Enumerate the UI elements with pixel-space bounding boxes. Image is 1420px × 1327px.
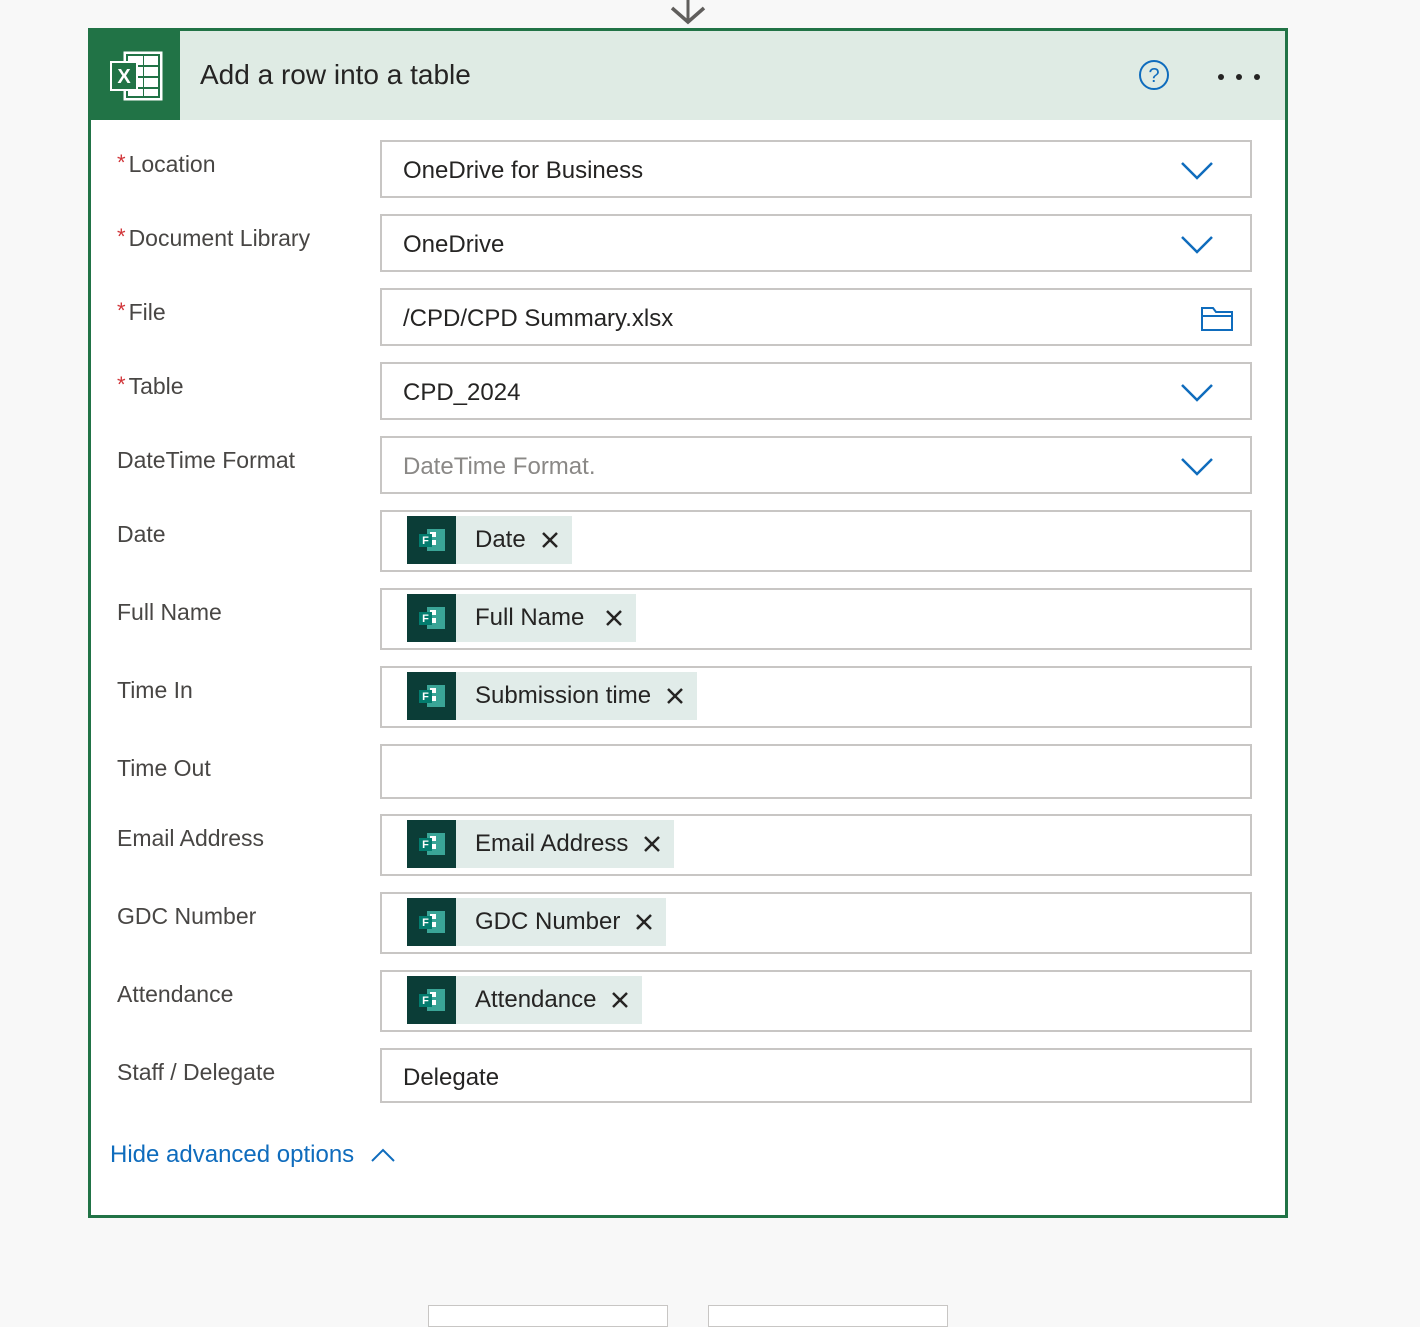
gdc-number-field[interactable]: F GDC Number (380, 892, 1252, 954)
datetime-format-placeholder: DateTime Format. (403, 453, 596, 480)
date-token-label: Date (475, 526, 526, 553)
svg-text:?: ? (1148, 65, 1159, 87)
close-icon[interactable] (540, 530, 560, 550)
chevron-down-icon[interactable] (1180, 160, 1214, 182)
next-step-placeholder-left[interactable] (428, 1305, 668, 1327)
datetime-format-label: DateTime Format (117, 447, 296, 473)
document-library-value: OneDrive (403, 231, 505, 258)
microsoft-forms-icon: F (407, 976, 456, 1024)
location-label: * Location (117, 150, 216, 177)
staff-delegate-value: Delegate (403, 1064, 500, 1091)
date-token[interactable]: F Date (407, 516, 572, 564)
gdc-number-token-label: GDC Number (475, 908, 621, 935)
date-label: Date (117, 521, 166, 547)
required-marker: * (117, 298, 126, 323)
email-address-field[interactable]: F Email Address (380, 814, 1252, 876)
email-address-token-label: Email Address (475, 830, 629, 857)
hide-advanced-options-label: Hide advanced options (110, 1141, 355, 1168)
svg-text:F: F (422, 691, 429, 703)
datetime-format-dropdown[interactable]: DateTime Format. (380, 436, 1252, 494)
location-value: OneDrive for Business (403, 157, 644, 184)
microsoft-forms-icon: F (407, 820, 456, 868)
time-out-label: Time Out (117, 755, 211, 781)
excel-icon: X (91, 31, 180, 120)
svg-text:F: F (422, 613, 429, 625)
location-dropdown[interactable]: OneDrive for Business (380, 140, 1252, 198)
flow-connector-arrow-icon (670, 0, 706, 25)
full-name-token[interactable]: F Full Name (407, 594, 637, 642)
microsoft-forms-icon: F (407, 516, 456, 564)
file-label: * File (117, 298, 166, 325)
full-name-token-label: Full Name (475, 604, 585, 631)
attendance-token[interactable]: F Attendance (407, 976, 643, 1024)
document-library-dropdown[interactable]: OneDrive (380, 214, 1252, 272)
document-library-label: * Document Library (117, 224, 311, 251)
close-icon[interactable] (604, 608, 624, 628)
chevron-down-icon[interactable] (1180, 234, 1214, 256)
card-header[interactable]: X Add a row into a table ? (91, 31, 1285, 120)
email-address-token[interactable]: F Email Address (407, 820, 675, 868)
staff-delegate-input[interactable]: Delegate (380, 1048, 1252, 1103)
attendance-token-label: Attendance (475, 986, 597, 1013)
date-field[interactable]: F Date (380, 510, 1252, 572)
gdc-number-label: GDC Number (117, 903, 257, 929)
full-name-field[interactable]: F Full Name (380, 588, 1252, 650)
table-label: * Table (117, 372, 184, 399)
microsoft-forms-icon: F (407, 898, 456, 946)
time-in-label: Time In (117, 677, 193, 703)
time-in-field[interactable]: F Submission time (380, 666, 1252, 728)
table-value: CPD_2024 (403, 379, 521, 406)
file-picker-field[interactable]: /CPD/CPD Summary.xlsx (380, 288, 1252, 346)
chevron-down-icon[interactable] (1180, 382, 1214, 404)
add-row-action-card: X Add a row into a table ? * Location One… (88, 28, 1288, 1218)
svg-text:X: X (117, 66, 131, 88)
table-dropdown[interactable]: CPD_2024 (380, 362, 1252, 420)
file-value: /CPD/CPD Summary.xlsx (403, 305, 674, 332)
microsoft-forms-icon: F (407, 672, 456, 720)
svg-text:F: F (422, 917, 429, 929)
svg-text:F: F (422, 535, 429, 547)
more-options-icon[interactable] (1217, 71, 1261, 83)
close-icon[interactable] (634, 912, 654, 932)
help-icon[interactable]: ? (1138, 59, 1170, 91)
folder-icon[interactable] (1200, 304, 1234, 332)
close-icon[interactable] (610, 990, 630, 1010)
email-address-label: Email Address (117, 825, 265, 851)
close-icon[interactable] (642, 834, 662, 854)
microsoft-forms-icon: F (407, 594, 456, 642)
chevron-up-icon (371, 1148, 395, 1162)
submission-time-token-label: Submission time (475, 682, 652, 709)
required-marker: * (117, 224, 126, 249)
chevron-down-icon[interactable] (1180, 456, 1214, 478)
required-marker: * (117, 372, 126, 397)
gdc-number-token[interactable]: F GDC Number (407, 898, 667, 946)
required-marker: * (117, 150, 126, 175)
full-name-label: Full Name (117, 599, 222, 625)
time-out-input[interactable] (380, 744, 1252, 799)
submission-time-token[interactable]: F Submission time (407, 672, 698, 720)
staff-delegate-label: Staff / Delegate (117, 1059, 276, 1085)
attendance-field[interactable]: F Attendance (380, 970, 1252, 1032)
svg-text:F: F (422, 839, 429, 851)
svg-text:F: F (422, 995, 429, 1007)
close-icon[interactable] (665, 686, 685, 706)
hide-advanced-options-link[interactable]: Hide advanced options (110, 1141, 396, 1169)
card-title: Add a row into a table (200, 59, 471, 90)
attendance-label: Attendance (117, 981, 234, 1007)
next-step-placeholder-right[interactable] (708, 1305, 948, 1327)
